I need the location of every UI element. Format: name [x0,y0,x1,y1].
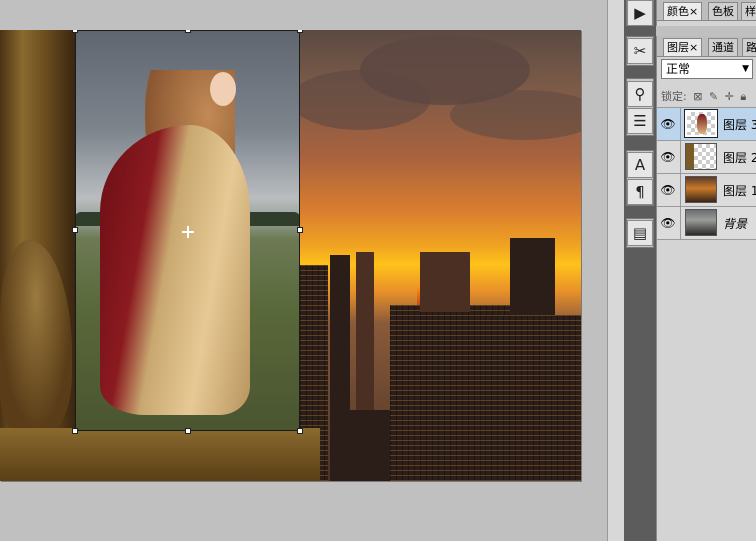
chevron-down-icon: ▼ [742,64,749,74]
layers-list-end [657,239,756,240]
close-icon[interactable]: × [689,41,698,54]
tab-label: 通道 [712,41,734,54]
layer-row-background[interactable]: 👁︎ 背景 [657,206,756,239]
layer-row-3[interactable]: 👁︎ 图层 3 [657,107,756,140]
cloud [450,90,581,140]
eye-icon[interactable]: 👁︎ [660,182,676,198]
eye-icon[interactable]: 👁︎ [660,215,676,231]
layer-name[interactable]: 图层 2 [723,149,756,166]
color-panel: 颜色× 色板 样 [656,0,756,26]
transform-handle-bottom-left[interactable] [72,428,78,434]
eye-icon[interactable]: 👁︎ [660,116,676,132]
lock-move-icon[interactable]: ✛ [725,90,734,103]
notes-icon[interactable]: ▤ [627,220,653,246]
stone-ledge [0,428,320,481]
lock-label: 锁定: [661,90,687,103]
eye-column: 👁︎ [657,108,681,140]
city-layer [290,30,581,481]
building [485,315,581,481]
tool-group: ✂ [626,36,654,66]
transform-pivot-icon[interactable] [182,226,194,238]
tab-label: 颜色 [667,5,689,18]
paragraph-icon[interactable]: ¶ [627,179,653,205]
eye-column: 👁︎ [657,207,681,239]
tab-swatches[interactable]: 色板 [708,2,738,20]
tool-group: ⚲ ☰ [626,78,654,136]
tab-channels[interactable]: 通道 [708,38,738,56]
character-icon[interactable]: A [627,152,653,178]
layer-name[interactable]: 图层 1 [723,182,756,199]
color-panel-tabs: 颜色× 色板 样 [657,0,756,21]
blend-mode-value: 正常 [666,62,691,76]
blend-mode-select[interactable]: 正常 ▼ [661,59,753,79]
lock-all-icon[interactable]: 🔒︎ [740,90,746,103]
close-icon[interactable]: × [689,5,698,18]
lock-paint-icon[interactable]: ✎ [709,90,718,103]
tab-label: 路 [746,41,756,54]
layer-row-1[interactable]: 👁︎ 图层 1 [657,173,756,206]
tab-styles[interactable]: 样 [741,2,756,20]
layer-name[interactable]: 背景 [723,215,747,232]
layers-panel-tabs: 图层× 通道 路 [657,36,756,57]
layer-thumbnail [685,209,717,236]
building [420,252,470,312]
tool-presets-icon[interactable]: ⚲ [627,81,653,107]
play-icon[interactable]: ▶ [627,0,653,26]
layer-thumbnail [684,109,718,138]
panel-icon-strip: ▶ ✂ ⚲ ☰ A ¶ ▤ [626,0,654,541]
tab-layers[interactable]: 图层× [663,38,703,56]
layer-thumbnail [685,143,717,170]
transform-handle-top-left[interactable] [72,30,78,33]
lock-transparent-icon[interactable]: ⊠ [693,90,702,103]
cloud [290,70,430,130]
tab-paths[interactable]: 路 [742,38,756,56]
transform-handle-left[interactable] [72,227,78,233]
transform-handle-top[interactable] [185,30,191,33]
tab-color[interactable]: 颜色× [663,2,703,20]
tab-label: 样 [745,5,756,18]
eye-icon[interactable]: 👁︎ [660,149,676,165]
eye-column: 👁︎ [657,174,681,206]
tab-label: 图层 [667,41,689,54]
tool-group: ▤ [626,218,654,248]
brush-settings-icon[interactable]: ✂ [627,38,653,64]
transform-handle-top-right[interactable] [297,30,303,33]
lock-row: 锁定: ⊠ ✎ ✛ 🔒︎ [661,88,749,104]
canvas-vertical-scrollbar[interactable] [607,0,625,541]
layer-thumbnail [685,176,717,203]
layer-name[interactable]: 图层 3 [723,116,756,133]
tab-label: 色板 [712,5,734,18]
tool-group: A ¶ [626,150,654,206]
transform-handle-bottom-right[interactable] [297,428,303,434]
tool-group: ▶ [626,0,654,26]
building [330,410,390,481]
layers-panel: 图层× 通道 路 正常 ▼ 锁定: ⊠ ✎ ✛ 🔒︎ 👁︎ 图层 3 👁︎ 图层… [656,36,756,541]
canvas-area[interactable] [0,0,607,541]
eye-column: 👁︎ [657,141,681,173]
layer-comps-icon[interactable]: ☰ [627,108,653,134]
document-canvas[interactable] [0,30,581,481]
layer-row-2[interactable]: 👁︎ 图层 2 [657,140,756,173]
transform-handle-right[interactable] [297,227,303,233]
transform-handle-bottom[interactable] [185,428,191,434]
